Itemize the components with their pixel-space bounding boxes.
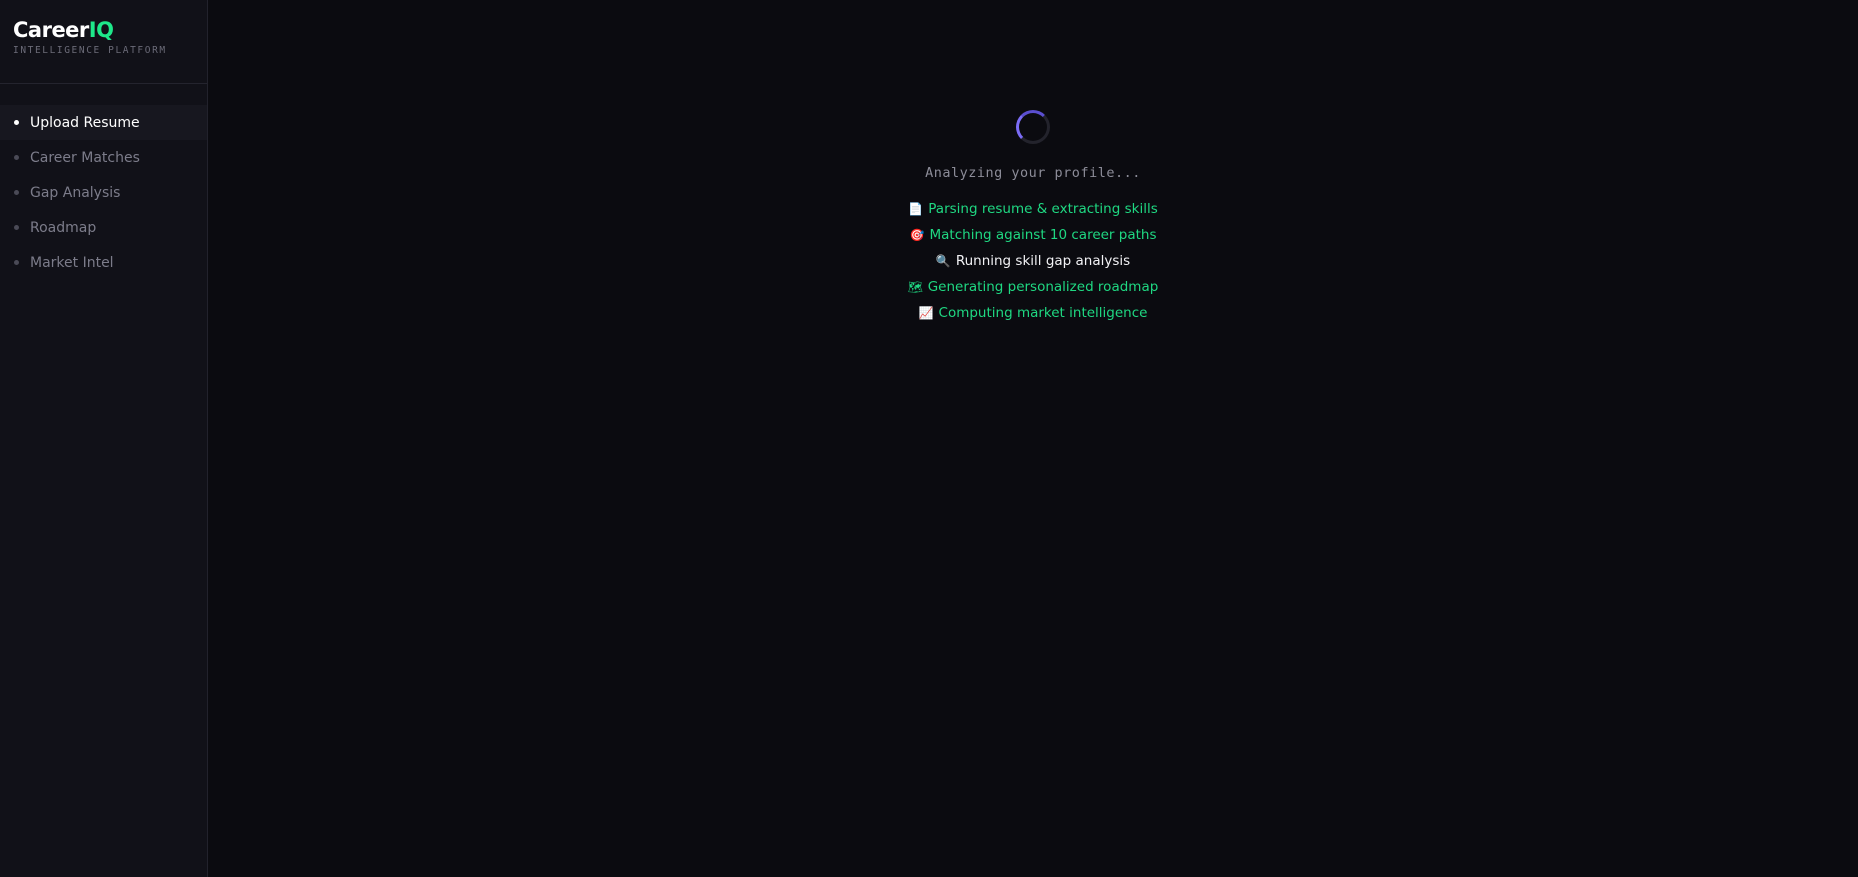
target-icon: 🎯 bbox=[909, 228, 925, 242]
bullet-icon bbox=[14, 190, 19, 195]
brand-name-part1: Career bbox=[13, 18, 89, 42]
bullet-icon bbox=[14, 260, 19, 265]
loading-spinner-icon bbox=[1016, 110, 1050, 144]
bullet-icon bbox=[14, 225, 19, 230]
chart-icon: 📈 bbox=[918, 306, 934, 320]
progress-step: 🎯 Matching against 10 career paths bbox=[910, 222, 1157, 248]
sidebar: CareerIQ INTELLIGENCE PLATFORM Upload Re… bbox=[0, 0, 208, 877]
main-content: Analyzing your profile... 📄 Parsing resu… bbox=[208, 0, 1858, 877]
progress-step: 📈 Computing market intelligence bbox=[919, 300, 1148, 326]
loading-panel: Analyzing your profile... 📄 Parsing resu… bbox=[208, 110, 1858, 326]
brand-name-part2: IQ bbox=[88, 18, 114, 42]
app-root: CareerIQ INTELLIGENCE PLATFORM Upload Re… bbox=[0, 0, 1858, 877]
magnifier-icon: 🔍 bbox=[935, 254, 951, 268]
brand-subtitle: INTELLIGENCE PLATFORM bbox=[13, 45, 167, 56]
progress-steps: 📄 Parsing resume & extracting skills 🎯 M… bbox=[908, 196, 1159, 326]
sidebar-item-market-intel[interactable]: Market Intel bbox=[0, 245, 207, 280]
brand: CareerIQ INTELLIGENCE PLATFORM bbox=[0, 0, 207, 84]
sidebar-nav: Upload Resume Career Matches Gap Analysi… bbox=[0, 105, 207, 280]
loading-status: Analyzing your profile... bbox=[925, 165, 1141, 181]
map-icon: 🗺 bbox=[907, 280, 923, 294]
progress-step-label: Matching against 10 career paths bbox=[929, 227, 1157, 243]
progress-step-current: 🔍 Running skill gap analysis bbox=[936, 248, 1130, 274]
sidebar-item-label: Upload Resume bbox=[30, 114, 140, 131]
brand-logo[interactable]: CareerIQ bbox=[13, 18, 207, 42]
sidebar-item-label: Career Matches bbox=[30, 149, 140, 166]
progress-step-label: Computing market intelligence bbox=[938, 305, 1148, 321]
sidebar-item-label: Roadmap bbox=[30, 219, 97, 236]
progress-step: 📄 Parsing resume & extracting skills bbox=[908, 196, 1157, 222]
progress-step: 🗺 Generating personalized roadmap bbox=[908, 274, 1159, 300]
sidebar-item-label: Gap Analysis bbox=[30, 184, 121, 201]
sidebar-item-upload-resume[interactable]: Upload Resume bbox=[0, 105, 207, 140]
sidebar-item-roadmap[interactable]: Roadmap bbox=[0, 210, 207, 245]
bullet-icon bbox=[14, 155, 19, 160]
progress-step-label: Parsing resume & extracting skills bbox=[928, 201, 1158, 217]
progress-step-label: Running skill gap analysis bbox=[955, 253, 1131, 269]
sidebar-item-label: Market Intel bbox=[30, 254, 114, 271]
sidebar-item-gap-analysis[interactable]: Gap Analysis bbox=[0, 175, 207, 210]
sidebar-item-career-matches[interactable]: Career Matches bbox=[0, 140, 207, 175]
bullet-icon bbox=[14, 120, 19, 125]
document-icon: 📄 bbox=[908, 202, 924, 216]
progress-step-label: Generating personalized roadmap bbox=[927, 279, 1159, 295]
